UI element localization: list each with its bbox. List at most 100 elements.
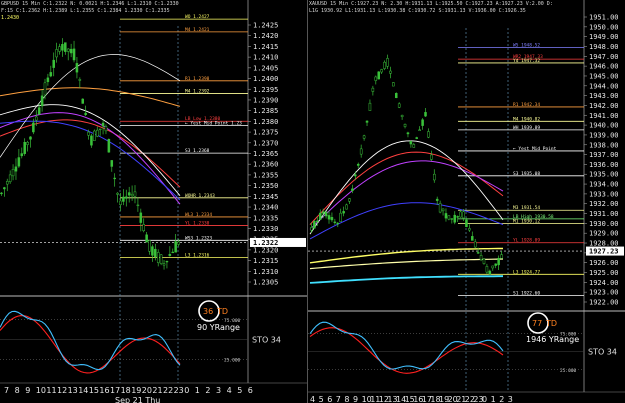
- time-tick-label: 12: [57, 386, 67, 395]
- osc-fast-line: [309, 321, 504, 370]
- candle-body: [142, 224, 145, 232]
- level-label: R1 1.2398: [185, 76, 210, 82]
- level-label: L3 1.2316: [185, 252, 210, 258]
- price-tick-label: 1945.00: [589, 72, 619, 80]
- price-tick-label: 1948.00: [589, 43, 619, 51]
- time-tick-label: 8: [15, 386, 20, 395]
- price-tick-label: 1.2315: [253, 257, 278, 265]
- candle-body: [356, 163, 360, 166]
- candle-body: [136, 204, 140, 207]
- price-tick-label: 1946.00: [589, 63, 619, 71]
- xauusd-chart-canvas[interactable]: 1951.001950.00 1949.00 1948.00 1947.00 1946.…: [308, 0, 625, 403]
- time-tick-label: 11: [46, 386, 56, 395]
- candle-body: [90, 135, 93, 146]
- level-label: M3 1931.54: [513, 205, 540, 211]
- candle-body: [26, 141, 29, 145]
- time-tick-label: 6: [327, 395, 332, 403]
- time-tick-label: 5: [319, 395, 324, 403]
- candle-body: [61, 44, 64, 51]
- candle-body: [43, 82, 47, 96]
- time-tick-label: 19: [131, 386, 141, 395]
- candle-body: [125, 196, 128, 199]
- candle-body: [500, 254, 503, 259]
- price-tick-label: 1.2330: [253, 225, 278, 233]
- time-tick-label: 5: [237, 386, 242, 395]
- candle-body: [171, 251, 175, 254]
- gbpusd-chart-canvas[interactable]: 1.2425 1.2420 1.2415 1.2410 1.2405 1.2400 1.23…: [0, 0, 307, 403]
- candle-body: [119, 200, 122, 206]
- candle-body: [383, 61, 386, 69]
- price-tick-label: 1938.00: [589, 141, 619, 149]
- candle-body: [438, 203, 442, 213]
- time-tick-label: 9: [25, 386, 30, 395]
- candle-body: [394, 93, 398, 99]
- price-tick-label: 1.2320: [253, 246, 278, 254]
- current-price-label: 1.2322: [253, 239, 278, 247]
- time-tick-label: 6: [248, 386, 253, 395]
- level-label: WL3 1.2334: [185, 212, 212, 218]
- candle-body: [365, 120, 369, 123]
- price-tick-label: 1.2355: [253, 171, 278, 179]
- time-tick-label: 18: [121, 386, 131, 395]
- td-value: 77: [532, 319, 542, 328]
- candle-body: [14, 166, 18, 172]
- price-tick-label: 1.2425: [253, 22, 278, 30]
- time-tick-label: 2: [205, 386, 210, 395]
- yrange-label: 90 YRange: [197, 323, 240, 332]
- moving-average-line: [309, 140, 504, 235]
- candle-body: [415, 137, 419, 139]
- candle-body: [441, 208, 445, 212]
- time-tick-label: 1: [491, 395, 496, 403]
- price-tick-label: 1951.00: [589, 14, 619, 22]
- candle-body: [342, 211, 345, 214]
- price-tick-label: 1.2400: [253, 75, 278, 83]
- candle-body: [336, 222, 340, 225]
- candle-body: [46, 77, 50, 83]
- price-tick-label: 1.2390: [253, 96, 278, 104]
- candle-body: [310, 227, 313, 231]
- moving-average-line: [0, 87, 181, 107]
- moving-average-line: [309, 258, 504, 270]
- price-tick-label: 1923.00: [589, 289, 619, 297]
- candle-body: [3, 187, 6, 190]
- candle-body: [368, 102, 372, 111]
- time-tick-label: 7: [336, 395, 341, 403]
- candle-body: [447, 215, 451, 220]
- price-tick-label: 1.2340: [253, 204, 278, 212]
- sto-label: STO 34: [588, 348, 617, 357]
- price-tick-label: 1934.00: [589, 181, 619, 189]
- candle-body: [476, 252, 480, 254]
- time-tick-label: 2: [499, 395, 504, 403]
- candle-body: [84, 112, 87, 115]
- time-tick-label: 1: [195, 386, 200, 395]
- candle-body: [465, 219, 468, 228]
- candle-body: [433, 173, 436, 181]
- candle-body: [497, 257, 500, 266]
- gbpusd-chart-pane[interactable]: GBPUSD 15 Min C:1.2322 N: 0.0021 H:1.234…: [0, 0, 308, 403]
- time-tick-label: 10: [36, 386, 46, 395]
- price-tick-label: 1944.00: [589, 82, 619, 90]
- candle-body: [327, 215, 331, 220]
- sto-label: STO 34: [252, 336, 281, 345]
- candle-body: [403, 123, 407, 127]
- candle-body: [52, 59, 55, 68]
- level-label: YL 1928.09: [513, 238, 540, 244]
- level-label: WS3 1.2323: [185, 235, 212, 241]
- xauusd-chart-pane[interactable]: XAUUSD 15 Min C:1927.23 N: 2.30 H:1931.1…: [308, 0, 625, 403]
- candle-body: [339, 212, 342, 223]
- time-tick-label: 4: [310, 395, 315, 403]
- price-tick-label: 1.2415: [253, 43, 278, 51]
- candle-body: [87, 131, 90, 136]
- time-tick-label: 13: [68, 386, 78, 395]
- candle-body: [165, 260, 169, 263]
- time-tick-label: 15: [89, 386, 99, 395]
- candle-body: [418, 129, 421, 132]
- candle-body: [23, 141, 26, 154]
- candle-body: [471, 236, 474, 241]
- candle-body: [156, 252, 160, 263]
- price-tick-label: 1943.00: [589, 92, 619, 100]
- osc-level-label: 25.000: [224, 357, 241, 363]
- time-tick-label: 20: [142, 386, 152, 395]
- candle-body: [81, 98, 85, 104]
- candle-body: [40, 95, 44, 107]
